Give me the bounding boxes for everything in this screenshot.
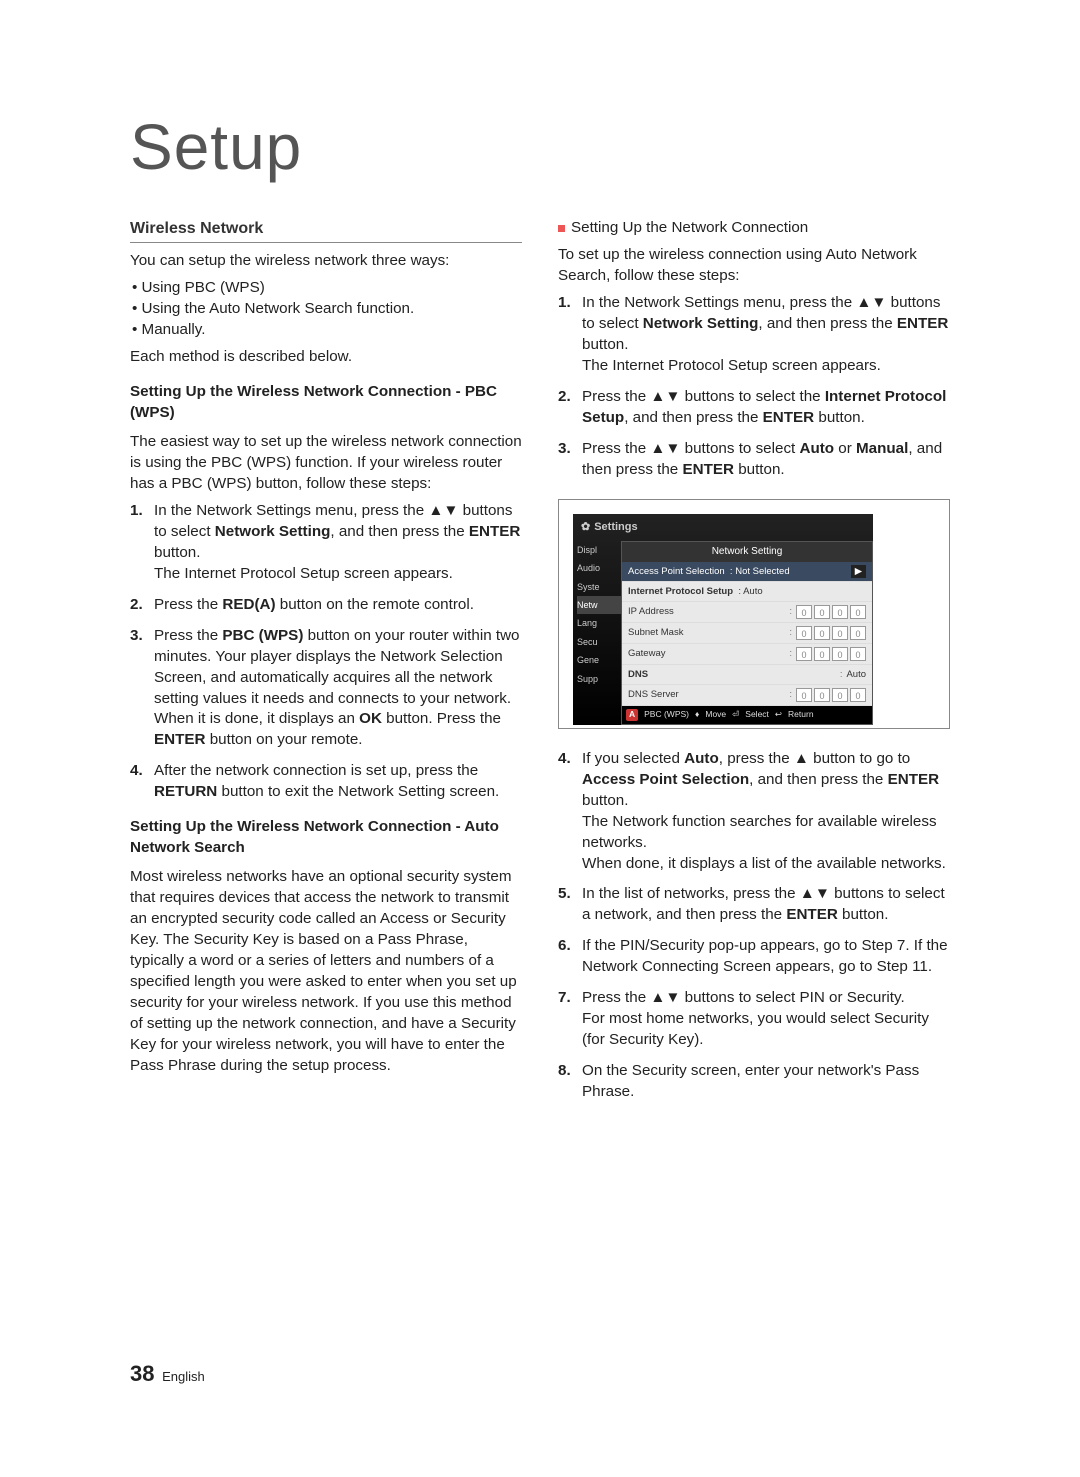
method-list: Using PBC (WPS) Using the Auto Network S…	[130, 278, 522, 341]
step: 1. In the Network Settings menu, press t…	[130, 501, 522, 585]
setup-connection-heading: Setting Up the Network Connection	[558, 218, 950, 239]
step: 2. Press the RED(A) button on the remote…	[130, 595, 522, 616]
step: 4. If you selected Auto, press the ▲ but…	[558, 749, 950, 875]
step: 8. On the Security screen, enter your ne…	[558, 1061, 950, 1103]
step: 7. Press the ▲▼ buttons to select PIN or…	[558, 988, 950, 1051]
gear-icon: ✿	[581, 520, 590, 535]
chevron-right-icon: ▶	[851, 565, 866, 578]
list-item: Using PBC (WPS)	[132, 278, 522, 299]
page-footer: 38 English	[130, 1361, 205, 1387]
network-setting-panel: Network Setting Access Point Selection :…	[621, 541, 873, 725]
step: 3. Press the PBC (WPS) button on your ro…	[130, 626, 522, 752]
page-language: English	[162, 1369, 205, 1384]
auto-search-title: Setting Up the Wireless Network Connecti…	[130, 817, 522, 859]
page-number: 38	[130, 1361, 154, 1386]
right-intro: To set up the wireless connection using …	[558, 245, 950, 287]
step: 3. Press the ▲▼ buttons to select Auto o…	[558, 439, 950, 481]
step: 1. In the Network Settings menu, press t…	[558, 293, 950, 377]
pbc-steps: 1. In the Network Settings menu, press t…	[130, 501, 522, 804]
intro-text: You can setup the wireless network three…	[130, 251, 522, 272]
list-item: Manually.	[132, 320, 522, 341]
list-item: Using the Auto Network Search function.	[132, 299, 522, 320]
pbc-wps-intro: The easiest way to set up the wireless n…	[130, 432, 522, 495]
right-column: Setting Up the Network Connection To set…	[558, 218, 950, 1113]
square-icon	[558, 225, 565, 232]
step: 5. In the list of networks, press the ▲▼…	[558, 884, 950, 926]
right-steps-b: 4. If you selected Auto, press the ▲ but…	[558, 749, 950, 1104]
wireless-network-heading: Wireless Network	[130, 218, 522, 243]
right-steps-a: 1. In the Network Settings menu, press t…	[558, 293, 950, 481]
step: 6. If the PIN/Security pop-up appears, g…	[558, 936, 950, 978]
left-column: Wireless Network You can setup the wirel…	[130, 218, 522, 1113]
step: 4. After the network connection is set u…	[130, 761, 522, 803]
intro-after: Each method is described below.	[130, 347, 522, 368]
step: 2. Press the ▲▼ buttons to select the In…	[558, 387, 950, 429]
settings-sidebar: Displ Audio Syste Netw Lang Secu Gene Su…	[573, 541, 621, 725]
red-a-icon: A	[626, 709, 638, 721]
pbc-wps-title: Setting Up the Wireless Network Connecti…	[130, 382, 522, 424]
auto-search-body: Most wireless networks have an optional …	[130, 867, 522, 1077]
page-title: Setup	[130, 110, 950, 184]
settings-screenshot: ✿ Settings Displ Audio Syste Netw Lang S…	[558, 499, 950, 729]
settings-title: Settings	[594, 520, 637, 535]
access-point-row: Access Point Selection : Not Selected ▶	[622, 562, 872, 582]
